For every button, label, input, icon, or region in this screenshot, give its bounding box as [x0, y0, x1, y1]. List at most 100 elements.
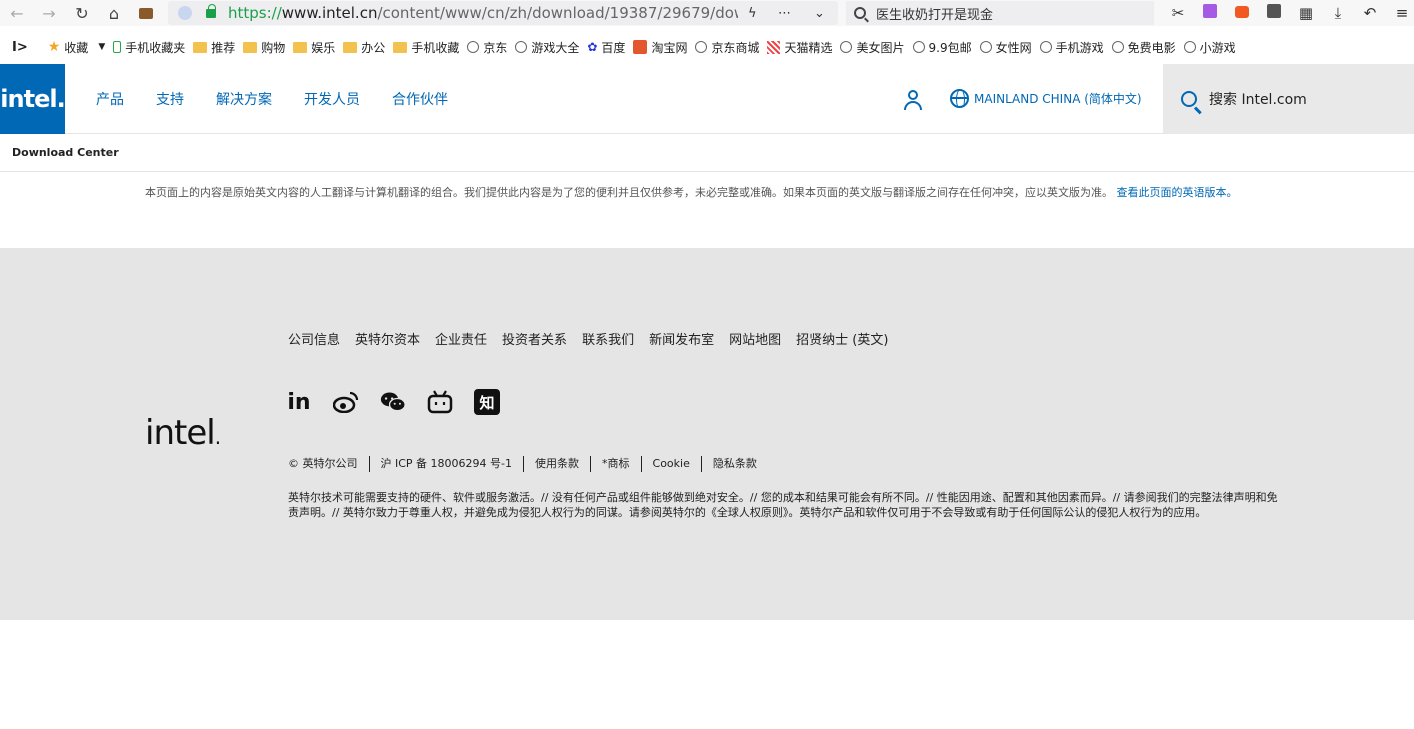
reload-button[interactable]: ↻ — [67, 0, 97, 26]
footer-link[interactable]: 投资者关系 — [502, 329, 567, 348]
bookmark-item[interactable]: 小游戏 — [1183, 39, 1236, 56]
more-icon[interactable]: ⋯ — [778, 6, 791, 21]
bilibili-icon[interactable] — [427, 389, 453, 415]
home-button[interactable]: ⌂ — [99, 0, 129, 26]
globe-icon — [950, 89, 969, 108]
bookmark-item[interactable]: 购物 — [243, 39, 285, 56]
address-bar[interactable]: https://www.intel.cn/content/www/cn/zh/d… — [168, 1, 838, 25]
bookmark-item[interactable]: ★ 收藏 ▼ — [48, 39, 106, 56]
bookmark-item[interactable]: 手机收藏夹 — [113, 39, 185, 56]
search-input[interactable]: 搜索 Intel.com — [1209, 89, 1307, 109]
translate-icon[interactable] — [1194, 4, 1226, 22]
social-links: in 知 — [286, 389, 521, 415]
nav-link-solutions[interactable]: 解决方案 — [216, 89, 272, 109]
bookmark-item[interactable]: 9.9包邮 — [912, 39, 972, 56]
bookmark-item[interactable]: 手机游戏 — [1039, 39, 1104, 56]
linkedin-icon[interactable]: in — [286, 389, 312, 415]
game-icon[interactable] — [1226, 4, 1258, 22]
scissors-icon[interactable]: ✂ — [1162, 4, 1194, 22]
footer-link[interactable]: 企业责任 — [435, 329, 487, 348]
search-icon — [854, 7, 866, 19]
copyright-text: © 英特尔公司 — [288, 457, 358, 470]
url-text[interactable]: https://www.intel.cn/content/www/cn/zh/d… — [228, 4, 738, 22]
footer-link[interactable]: 招贤纳士 (英文) — [796, 329, 888, 348]
footer-link[interactable]: 公司信息 — [288, 329, 340, 348]
terms-link[interactable]: 使用条款 — [523, 456, 590, 472]
bookmark-item[interactable]: 美女图片 — [840, 39, 905, 56]
bookmark-item[interactable]: ✿ 百度 — [587, 39, 625, 56]
nav-link-support[interactable]: 支持 — [156, 89, 184, 109]
globe-icon — [840, 41, 853, 53]
user-icon[interactable] — [903, 90, 923, 110]
bookmark-item[interactable]: 京东商城 — [695, 39, 759, 56]
bookmark-item[interactable]: 娱乐 — [293, 39, 335, 56]
globe-icon — [467, 41, 480, 53]
globe-icon — [912, 41, 925, 53]
privacy-link[interactable]: 隐私条款 — [700, 456, 768, 472]
folder-icon — [393, 41, 408, 53]
site-search[interactable]: 搜索 Intel.com — [1163, 64, 1414, 134]
folder-icon — [243, 41, 258, 53]
taobao-icon — [633, 40, 648, 54]
apps-icon[interactable]: ▦ — [1290, 4, 1322, 22]
nav-link-products[interactable]: 产品 — [96, 89, 124, 109]
folder-icon — [343, 41, 358, 53]
star-icon: ★ — [47, 39, 61, 55]
bookmark-item[interactable]: 游戏大全 — [515, 39, 579, 56]
nav-link-partners[interactable]: 合作伙伴 — [392, 89, 448, 109]
globe-icon — [1183, 41, 1196, 53]
mail-icon[interactable] — [1258, 4, 1290, 22]
bookmark-item[interactable]: 天猫精选 — [767, 39, 832, 56]
browser-search-input[interactable]: 医生收奶打开是现金 — [846, 1, 1154, 25]
chevron-down-icon[interactable]: ⌄ — [814, 6, 825, 21]
site-header: intel. 产品 支持 解决方案 开发人员 合作伙伴 MAINLAND CHI… — [0, 64, 1414, 134]
breadcrumb: Download Center — [0, 134, 1414, 172]
phone-icon — [113, 41, 122, 53]
footer-link[interactable]: 英特尔资本 — [355, 329, 420, 348]
globe-icon — [515, 41, 528, 53]
lightning-icon[interactable]: ϟ — [748, 6, 757, 21]
cookie-link[interactable]: Cookie — [640, 456, 701, 472]
bookmark-item[interactable]: 免费电影 — [1111, 39, 1176, 56]
briefcase-icon[interactable] — [131, 0, 161, 26]
trademarks-link[interactable]: *商标 — [590, 456, 641, 472]
intel-logo[interactable]: intel. — [0, 64, 66, 134]
bookmark-item[interactable]: 办公 — [343, 39, 385, 56]
locale-selector[interactable]: MAINLAND CHINA (简体中文) — [950, 89, 1142, 108]
footer-link[interactable]: 新闻发布室 — [649, 329, 714, 348]
icp-link[interactable]: 沪 ICP 备 18006294 号-1 — [368, 456, 524, 472]
sidebar-toggle-icon[interactable]: I> — [12, 40, 28, 55]
footer-intel-logo[interactable]: intel. — [145, 413, 221, 453]
menu-icon[interactable]: ≡ — [1386, 4, 1414, 22]
folder-icon — [193, 41, 208, 53]
bookmark-item[interactable]: 手机收藏 — [393, 39, 459, 56]
main-nav: 产品 支持 解决方案 开发人员 合作伙伴 — [96, 64, 480, 134]
globe-icon — [979, 41, 992, 53]
undo-icon[interactable]: ↶ — [1354, 4, 1386, 22]
search-icon — [1181, 91, 1197, 107]
browser-toolbar: ← → ↻ ⌂ https://www.intel.cn/content/www… — [0, 0, 1414, 26]
site-security-icon[interactable] — [178, 6, 192, 20]
tmall-icon — [767, 40, 781, 54]
lock-icon — [206, 3, 216, 18]
back-button[interactable]: ← — [2, 0, 32, 26]
legal-disclaimer: 英特尔技术可能需要支持的硬件、软件或服务激活。// 没有任何产品或组件能够做到绝… — [288, 491, 1278, 519]
bookmark-item[interactable]: 推荐 — [193, 39, 235, 56]
page-title[interactable]: Download Center — [12, 146, 119, 159]
zhihu-icon[interactable]: 知 — [474, 389, 500, 415]
bookmark-item[interactable]: 女性网 — [979, 39, 1032, 56]
footer: 公司信息 英特尔资本 企业责任 投资者关系 联系我们 新闻发布室 网站地图 招贤… — [0, 248, 1414, 620]
download-icon[interactable]: ⤓ — [1322, 4, 1354, 22]
footer-link[interactable]: 联系我们 — [582, 329, 634, 348]
wechat-icon[interactable] — [380, 389, 406, 415]
english-version-link[interactable]: 查看此页面的英语版本。 — [1117, 186, 1238, 199]
footer-link[interactable]: 网站地图 — [729, 329, 781, 348]
nav-link-developers[interactable]: 开发人员 — [304, 89, 360, 109]
bookmark-item[interactable]: 淘宝网 — [633, 39, 687, 56]
bookmark-item[interactable]: 京东 — [467, 39, 507, 56]
forward-button[interactable]: → — [34, 0, 64, 26]
weibo-icon[interactable] — [333, 389, 359, 415]
globe-icon — [1039, 41, 1052, 53]
globe-icon — [1111, 41, 1124, 53]
translation-notice: 本页面上的内容是原始英文内容的人工翻译与计算机翻译的组合。我们提供此内容是为了您… — [145, 186, 1238, 199]
